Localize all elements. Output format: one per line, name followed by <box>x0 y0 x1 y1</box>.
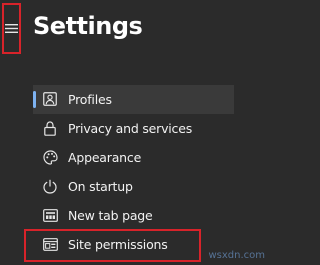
site-permissions-icon <box>42 236 58 252</box>
nav-item-site-permissions[interactable]: Site permissions <box>33 230 234 259</box>
nav-item-new-tab-page[interactable]: New tab page <box>33 201 234 230</box>
nav-item-label: On startup <box>68 179 133 194</box>
palette-icon <box>42 149 58 165</box>
watermark: wsxdn.com <box>208 250 265 261</box>
new-tab-page-icon <box>42 207 58 223</box>
nav-item-appearance[interactable]: Appearance <box>33 143 234 172</box>
profile-icon <box>42 91 58 107</box>
nav-item-label: Site permissions <box>68 237 168 252</box>
hamburger-menu-icon <box>5 23 18 34</box>
nav-item-privacy-and-services[interactable]: Privacy and services <box>33 114 234 143</box>
lock-icon <box>42 120 58 136</box>
nav-item-on-startup[interactable]: On startup <box>33 172 234 201</box>
selected-indicator <box>33 91 36 108</box>
hamburger-menu-button[interactable] <box>2 3 21 54</box>
nav-item-profiles[interactable]: Profiles <box>33 85 234 114</box>
page-title: Settings <box>33 12 143 40</box>
nav-item-label: Appearance <box>68 150 142 165</box>
nav-item-label: Privacy and services <box>68 121 193 136</box>
nav-item-label: Profiles <box>68 92 112 107</box>
power-icon <box>42 178 58 194</box>
nav-item-label: New tab page <box>68 208 153 223</box>
